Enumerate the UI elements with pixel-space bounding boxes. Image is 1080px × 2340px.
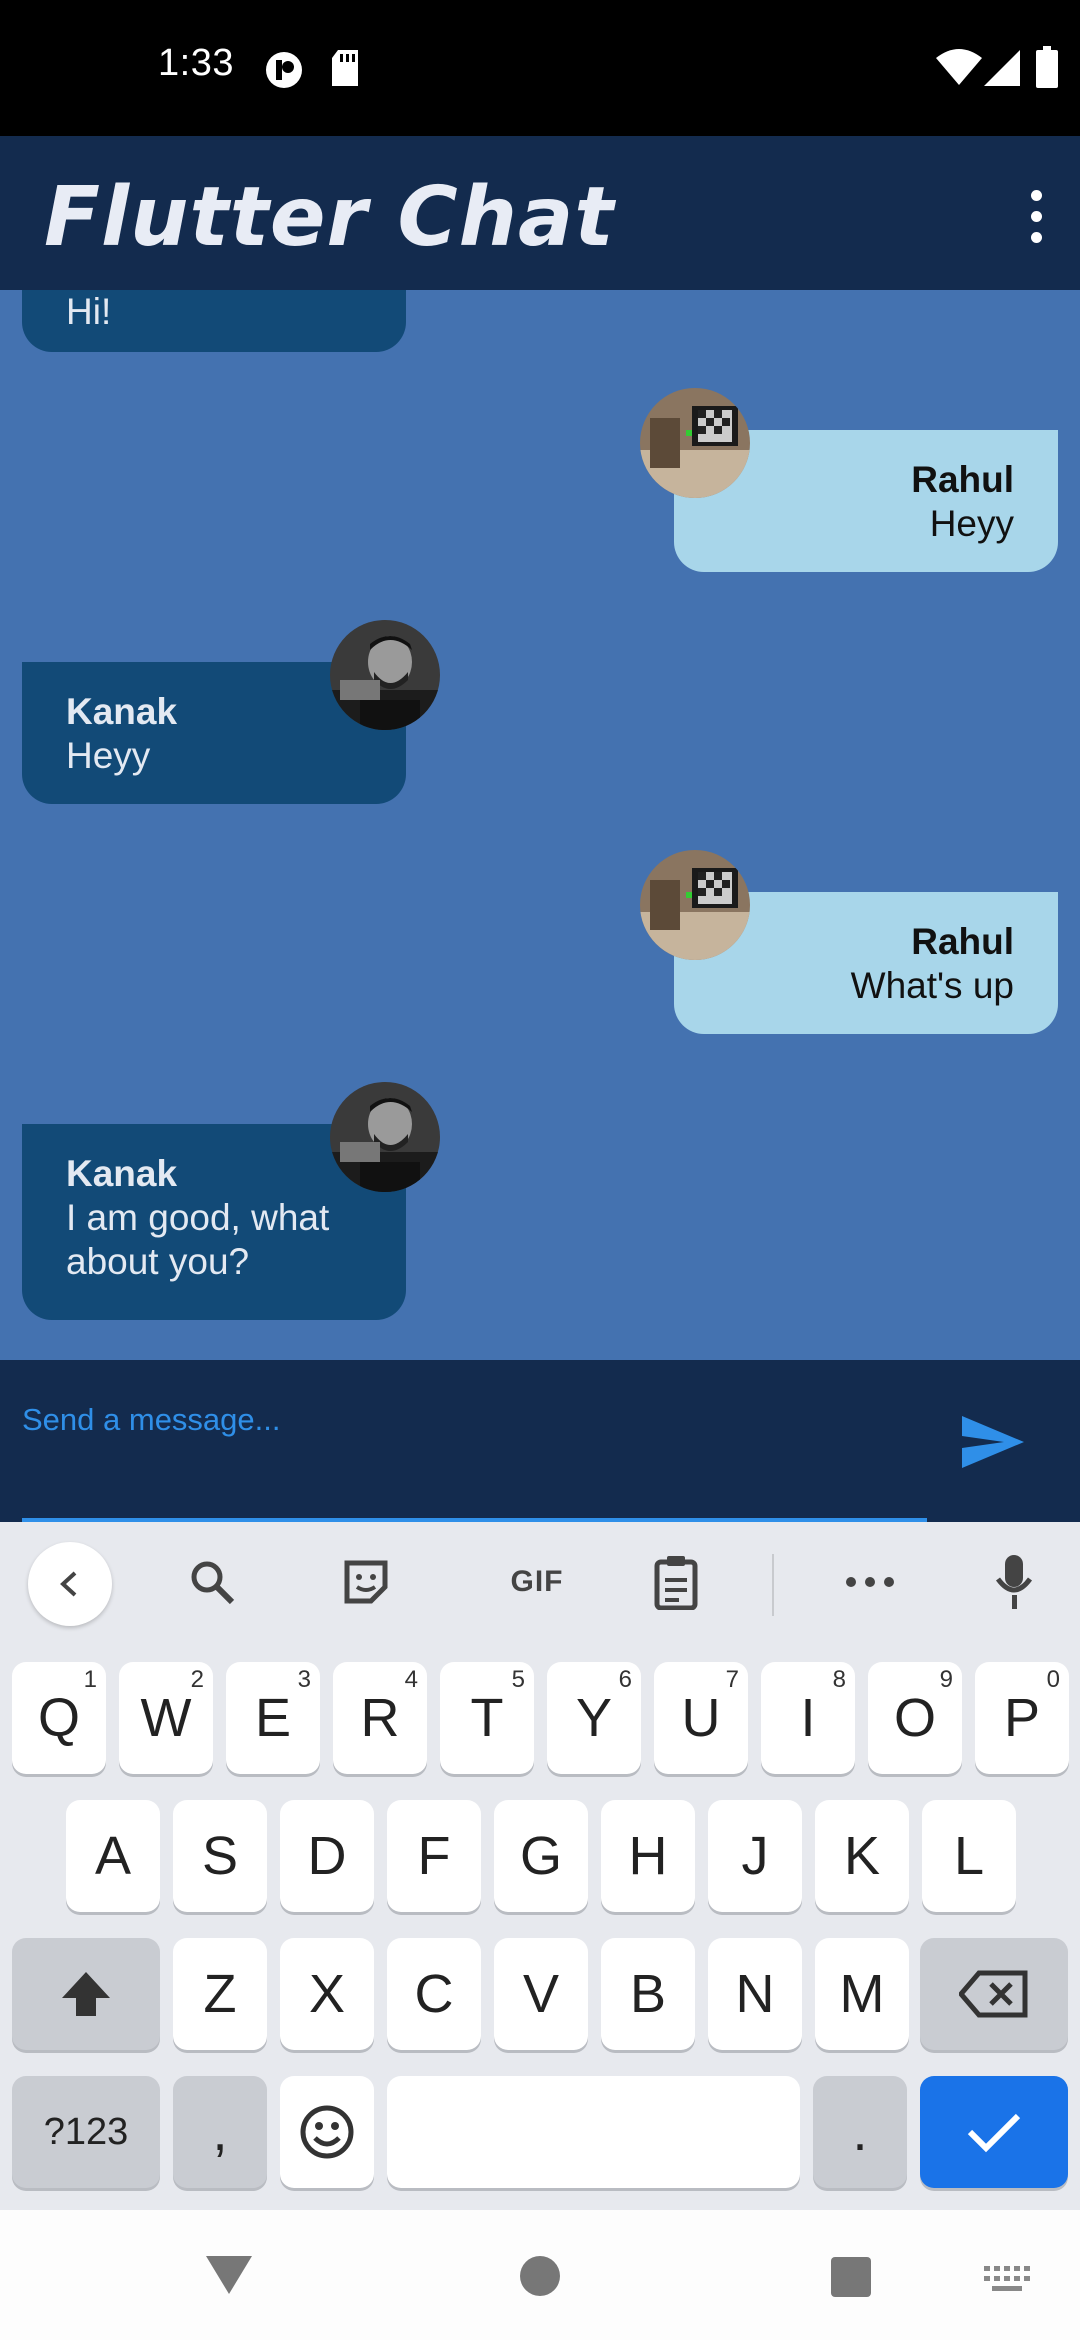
send-icon[interactable] bbox=[958, 1412, 1028, 1472]
key-m[interactable]: M bbox=[815, 1938, 909, 2050]
composer-bar bbox=[0, 1360, 1080, 1522]
key-v[interactable]: V bbox=[494, 1938, 588, 2050]
key-p[interactable]: P0 bbox=[975, 1662, 1069, 1774]
keyboard-switch-icon[interactable] bbox=[984, 2266, 1030, 2299]
back-nav-icon[interactable] bbox=[204, 2252, 254, 2301]
shift-key[interactable] bbox=[12, 1938, 160, 2050]
key-l[interactable]: L bbox=[922, 1800, 1016, 1912]
toolbar-divider bbox=[772, 1554, 774, 1616]
message-text: Hi! bbox=[66, 291, 112, 332]
period-key[interactable]: . bbox=[813, 2076, 907, 2188]
signal-icon bbox=[984, 50, 1020, 91]
check-icon bbox=[967, 2113, 1021, 2153]
key-g[interactable]: G bbox=[494, 1800, 588, 1912]
emoji-key[interactable] bbox=[280, 2076, 374, 2188]
key-f[interactable]: F bbox=[387, 1800, 481, 1912]
home-nav-icon[interactable] bbox=[518, 2254, 562, 2303]
message-text: What's up bbox=[850, 965, 1014, 1006]
key-h[interactable]: H bbox=[601, 1800, 695, 1912]
comma-key[interactable]: , bbox=[173, 2076, 267, 2188]
message-text: Heyy bbox=[929, 503, 1014, 544]
gif-button[interactable]: GIF bbox=[482, 1552, 592, 1612]
key-y[interactable]: Y6 bbox=[547, 1662, 641, 1774]
privacy-icon bbox=[264, 50, 304, 95]
key-o[interactable]: O9 bbox=[868, 1662, 962, 1774]
input-underline bbox=[22, 1518, 927, 1522]
gif-label: GIF bbox=[510, 1565, 564, 1598]
message-input[interactable] bbox=[22, 1380, 927, 1460]
shift-icon bbox=[62, 1972, 110, 2016]
keyboard: GIF Q1 W2 E3 R4 T5 Y6 U7 I8 O9 P0 A S D … bbox=[0, 1522, 1080, 2210]
key-u[interactable]: U7 bbox=[654, 1662, 748, 1774]
space-key[interactable] bbox=[387, 2076, 800, 2188]
keyboard-toolbar: GIF bbox=[0, 1522, 1080, 1642]
key-w[interactable]: W2 bbox=[119, 1662, 213, 1774]
app-title: Flutter Chat bbox=[44, 170, 615, 265]
chevron-left-icon[interactable] bbox=[28, 1542, 112, 1626]
clipboard-icon[interactable] bbox=[646, 1552, 706, 1612]
backspace-icon bbox=[959, 1970, 1028, 2018]
message-text: I am good, what about you? bbox=[66, 1197, 330, 1282]
message-list[interactable]: Hi! Rahul Heyy Kanak Heyy Rahul What's u… bbox=[0, 290, 1080, 1360]
more-vert-icon[interactable] bbox=[1006, 176, 1066, 256]
wifi-icon bbox=[936, 48, 982, 91]
key-d[interactable]: D bbox=[280, 1800, 374, 1912]
enter-key[interactable] bbox=[920, 2076, 1068, 2188]
key-r[interactable]: R4 bbox=[333, 1662, 427, 1774]
key-q[interactable]: Q1 bbox=[12, 1662, 106, 1774]
key-x[interactable]: X bbox=[280, 1938, 374, 2050]
message-sender: Kanak bbox=[66, 1153, 178, 1194]
message-bubble: Hi! bbox=[22, 290, 406, 352]
key-i[interactable]: I8 bbox=[761, 1662, 855, 1774]
recents-nav-icon[interactable] bbox=[830, 2256, 872, 2303]
key-j[interactable]: J bbox=[708, 1800, 802, 1912]
avatar[interactable] bbox=[640, 388, 750, 498]
avatar[interactable] bbox=[330, 1082, 440, 1192]
navigation-bar bbox=[0, 2210, 1080, 2340]
microphone-icon[interactable] bbox=[994, 1552, 1034, 1612]
message-sender: Rahul bbox=[911, 921, 1014, 962]
key-c[interactable]: C bbox=[387, 1938, 481, 2050]
key-k[interactable]: K bbox=[815, 1800, 909, 1912]
app-bar: Flutter Chat bbox=[0, 136, 1080, 290]
key-z[interactable]: Z bbox=[173, 1938, 267, 2050]
key-n[interactable]: N bbox=[708, 1938, 802, 2050]
message-text: Heyy bbox=[66, 735, 151, 776]
key-e[interactable]: E3 bbox=[226, 1662, 320, 1774]
status-bar: 1:33 bbox=[0, 0, 1080, 136]
sticker-icon[interactable] bbox=[336, 1552, 396, 1612]
message-sender: Rahul bbox=[911, 459, 1014, 500]
sd-card-icon bbox=[330, 50, 360, 93]
message-sender: Kanak bbox=[66, 691, 178, 732]
avatar[interactable] bbox=[640, 850, 750, 960]
symbols-key[interactable]: ?123 bbox=[12, 2076, 160, 2188]
more-horiz-icon[interactable] bbox=[840, 1552, 900, 1612]
search-icon[interactable] bbox=[182, 1552, 242, 1612]
emoji-icon bbox=[300, 2105, 354, 2159]
battery-icon bbox=[1036, 46, 1058, 93]
avatar[interactable] bbox=[330, 620, 440, 730]
key-a[interactable]: A bbox=[66, 1800, 160, 1912]
key-b[interactable]: B bbox=[601, 1938, 695, 2050]
key-s[interactable]: S bbox=[173, 1800, 267, 1912]
status-time: 1:33 bbox=[158, 42, 234, 84]
key-t[interactable]: T5 bbox=[440, 1662, 534, 1774]
backspace-key[interactable] bbox=[920, 1938, 1068, 2050]
